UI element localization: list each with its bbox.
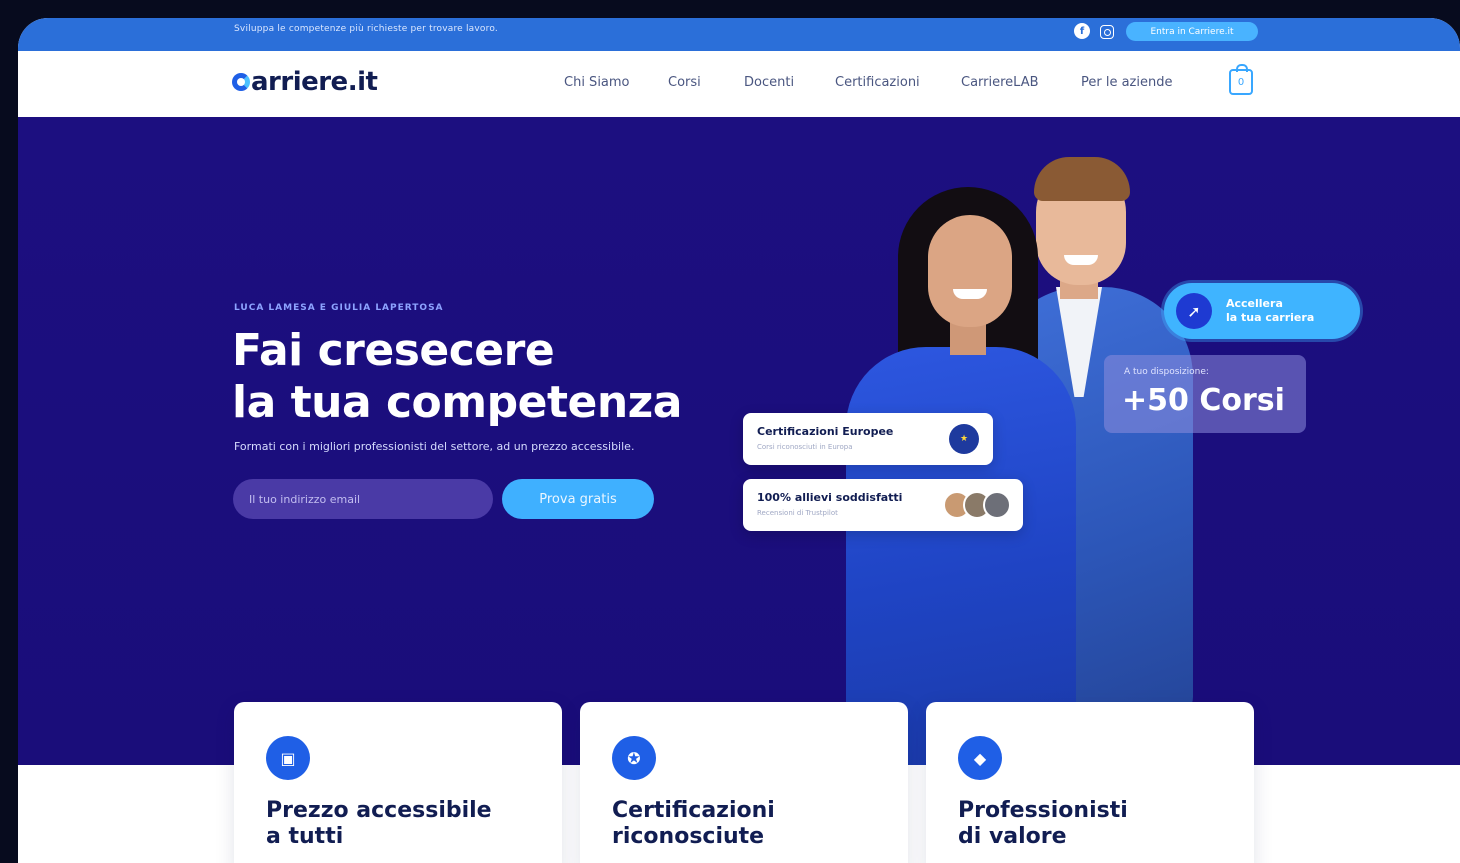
avatar-group — [943, 491, 1011, 519]
courses-caption: A tuo disposizione: — [1124, 367, 1209, 377]
instagram-icon[interactable] — [1100, 25, 1114, 39]
woman-head — [928, 215, 1012, 327]
cart-icon[interactable]: 0 — [1229, 64, 1253, 95]
man-smile — [1064, 255, 1098, 265]
top-strip: Sviluppa le competenze più richieste per… — [18, 18, 1460, 51]
award-icon: ✪ — [612, 736, 656, 780]
rocket-icon: ➚ — [1176, 293, 1212, 329]
nav-link-docenti[interactable]: Docenti — [744, 75, 794, 90]
satisfaction-card: 100% allievi soddisfatti Recensioni di T… — [743, 479, 1023, 531]
top-tagline: Sviluppa le competenze più richieste per… — [234, 24, 498, 34]
facebook-icon[interactable]: f — [1074, 23, 1090, 39]
satisfaction-subtitle: Recensioni di Trustpilot — [757, 509, 838, 517]
nav-link-certificazioni[interactable]: Certificazioni — [835, 75, 920, 90]
satisfaction-title: 100% allievi soddisfatti — [757, 491, 903, 504]
hero-headline: Fai cresecere la tua competenza — [232, 325, 682, 429]
headline-line-2: la tua competenza — [232, 377, 682, 428]
feature-card-price[interactable]: ▣ Prezzo accessibile a tutti — [234, 702, 562, 863]
nav-link-aziende[interactable]: Per le aziende — [1081, 75, 1172, 90]
avatar — [983, 491, 1011, 519]
eu-card-subtitle: Corsi riconosciuti in Europa — [757, 443, 853, 451]
login-button[interactable]: Entra in Carriere.it — [1126, 22, 1258, 41]
feature-card-certifications[interactable]: ✪ Certificazioni riconosciute — [580, 702, 908, 863]
eu-card-title: Certificazioni Europee — [757, 425, 894, 438]
man-hair — [1034, 157, 1130, 201]
feature-title: Professionisti di valore — [958, 798, 1128, 849]
headline-line-1: Fai cresecere — [232, 325, 555, 376]
nav-link-corsi[interactable]: Corsi — [668, 75, 701, 90]
courses-badge: A tuo disposizione: +50 Corsi — [1104, 355, 1306, 433]
graduation-icon: ◆ — [958, 736, 1002, 780]
feature-card-professionals[interactable]: ◆ Professionisti di valore — [926, 702, 1254, 863]
eu-flag-icon: ★ — [949, 424, 979, 454]
logo-text: arriere.it — [251, 67, 378, 97]
accelerate-text: Accellera la tua carriera — [1226, 297, 1315, 324]
nav-link-chi-siamo[interactable]: Chi Siamo — [564, 75, 630, 90]
logo[interactable]: arriere.it — [232, 67, 378, 97]
browser-window: Sviluppa le competenze più richieste per… — [18, 18, 1460, 863]
courses-count: +50 Corsi — [1122, 383, 1285, 418]
nav-link-carrierelab[interactable]: CarriereLAB — [961, 75, 1039, 90]
logo-mark-icon — [232, 73, 250, 91]
woman-smile — [953, 289, 987, 299]
wallet-icon: ▣ — [266, 736, 310, 780]
feature-title: Prezzo accessibile a tutti — [266, 798, 492, 849]
feature-title: Certificazioni riconosciute — [612, 798, 775, 849]
eu-certification-card: Certificazioni Europee Corsi riconosciut… — [743, 413, 993, 465]
hero-subline: Formati con i migliori professionisti de… — [234, 440, 635, 453]
try-free-button[interactable]: Prova gratis — [502, 479, 654, 519]
hero-eyebrow: LUCA LAMESA E GIULIA LAPERTOSA — [234, 303, 444, 313]
accelerate-badge: ➚ Accellera la tua carriera — [1164, 283, 1360, 339]
main-nav: arriere.it Chi Siamo Corsi Docenti Certi… — [18, 51, 1460, 117]
hero-section: LUCA LAMESA E GIULIA LAPERTOSA Fai crese… — [18, 117, 1460, 765]
email-input[interactable] — [233, 479, 493, 519]
